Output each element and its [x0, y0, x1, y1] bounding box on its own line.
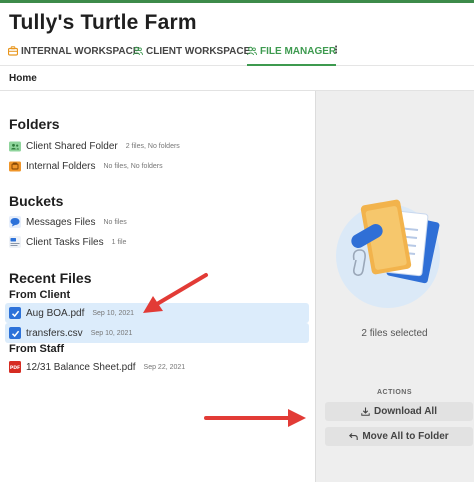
- download-all-label: Download All: [374, 406, 437, 417]
- checkbox-checked-icon[interactable]: [9, 307, 21, 319]
- chat-bubble-icon: [9, 216, 21, 228]
- file-name: transfers.csv: [26, 327, 83, 339]
- shared-folder-icon: [9, 141, 21, 152]
- tab-label: CLIENT WORKSPACE: [146, 46, 251, 57]
- tab-client-workspace[interactable]: CLIENT WORKSPACE: [133, 46, 250, 66]
- folder-meta: No files, No folders: [103, 162, 163, 170]
- selection-count: 2 files selected: [361, 328, 428, 339]
- briefcase-icon: [8, 46, 18, 56]
- buckets-heading: Buckets: [9, 193, 64, 209]
- file-row-balance-sheet[interactable]: PDF 12/31 Balance Sheet.pdf Sep 22, 2021: [9, 358, 185, 376]
- download-all-button[interactable]: Download All: [325, 402, 473, 421]
- folder-item-client-shared[interactable]: Client Shared Folder 2 files, No folders: [9, 137, 180, 155]
- checkbox-checked-icon[interactable]: [9, 327, 21, 339]
- recent-files-heading: Recent Files: [9, 270, 92, 286]
- folders-heading: Folders: [9, 116, 60, 132]
- task-list-icon: [9, 236, 21, 248]
- actions-heading: ACTIONS: [377, 389, 412, 396]
- folder-name: Client Shared Folder: [26, 140, 118, 152]
- bucket-name: Messages Files: [26, 216, 96, 228]
- bucket-meta: 1 file: [111, 238, 127, 246]
- file-row-transfers[interactable]: transfers.csv Sep 10, 2021: [9, 324, 132, 342]
- bucket-item-messages[interactable]: Messages Files No files: [9, 213, 127, 231]
- internal-folder-icon: [9, 161, 21, 172]
- move-all-to-folder-button[interactable]: Move All to Folder: [325, 427, 473, 446]
- folder-name: Internal Folders: [26, 160, 96, 172]
- file-date: Sep 10, 2021: [92, 309, 135, 317]
- top-accent-bar: [0, 0, 474, 3]
- from-client-heading: From Client: [9, 289, 71, 301]
- bucket-meta: No files: [103, 218, 127, 226]
- pdf-icon: PDF: [9, 361, 21, 373]
- breadcrumb: Home: [0, 67, 474, 91]
- file-row-aug-boa[interactable]: Aug BOA.pdf Sep 10, 2021: [9, 304, 134, 322]
- folder-meta: 2 files, No folders: [125, 142, 180, 150]
- move-all-label: Move All to Folder: [362, 431, 449, 442]
- file-name: Aug BOA.pdf: [26, 307, 85, 319]
- users-icon: [247, 46, 257, 56]
- file-date: Sep 22, 2021: [143, 363, 186, 371]
- file-date: Sep 10, 2021: [90, 329, 133, 337]
- selection-panel: [315, 91, 474, 482]
- bucket-item-client-tasks[interactable]: Client Tasks Files 1 file: [9, 233, 126, 251]
- from-staff-heading: From Staff: [9, 343, 64, 355]
- undo-arrow-icon: [349, 433, 359, 440]
- tab-internal-workspace[interactable]: INTERNAL WORKSPACE: [8, 46, 140, 66]
- red-arrow-icon: [204, 409, 306, 427]
- folder-item-internal[interactable]: Internal Folders No files, No folders: [9, 157, 163, 175]
- file-name: 12/31 Balance Sheet.pdf: [26, 361, 136, 373]
- tab-label: INTERNAL WORKSPACE: [21, 46, 140, 57]
- bucket-name: Client Tasks Files: [26, 236, 104, 248]
- tab-label: FILE MANAGER: [260, 46, 337, 57]
- more-tabs-icon[interactable]: ⋮: [331, 45, 341, 56]
- files-illustration: [336, 199, 440, 308]
- tab-file-manager[interactable]: FILE MANAGER: [247, 46, 337, 66]
- breadcrumb-home[interactable]: Home: [9, 73, 37, 84]
- svg-text:PDF: PDF: [10, 365, 20, 371]
- tab-bar: INTERNAL WORKSPACE CLIENT WORKSPACE FILE…: [0, 40, 474, 66]
- users-icon: [133, 46, 143, 56]
- download-icon: [361, 407, 370, 416]
- page-title: Tully's Turtle Farm: [9, 11, 197, 34]
